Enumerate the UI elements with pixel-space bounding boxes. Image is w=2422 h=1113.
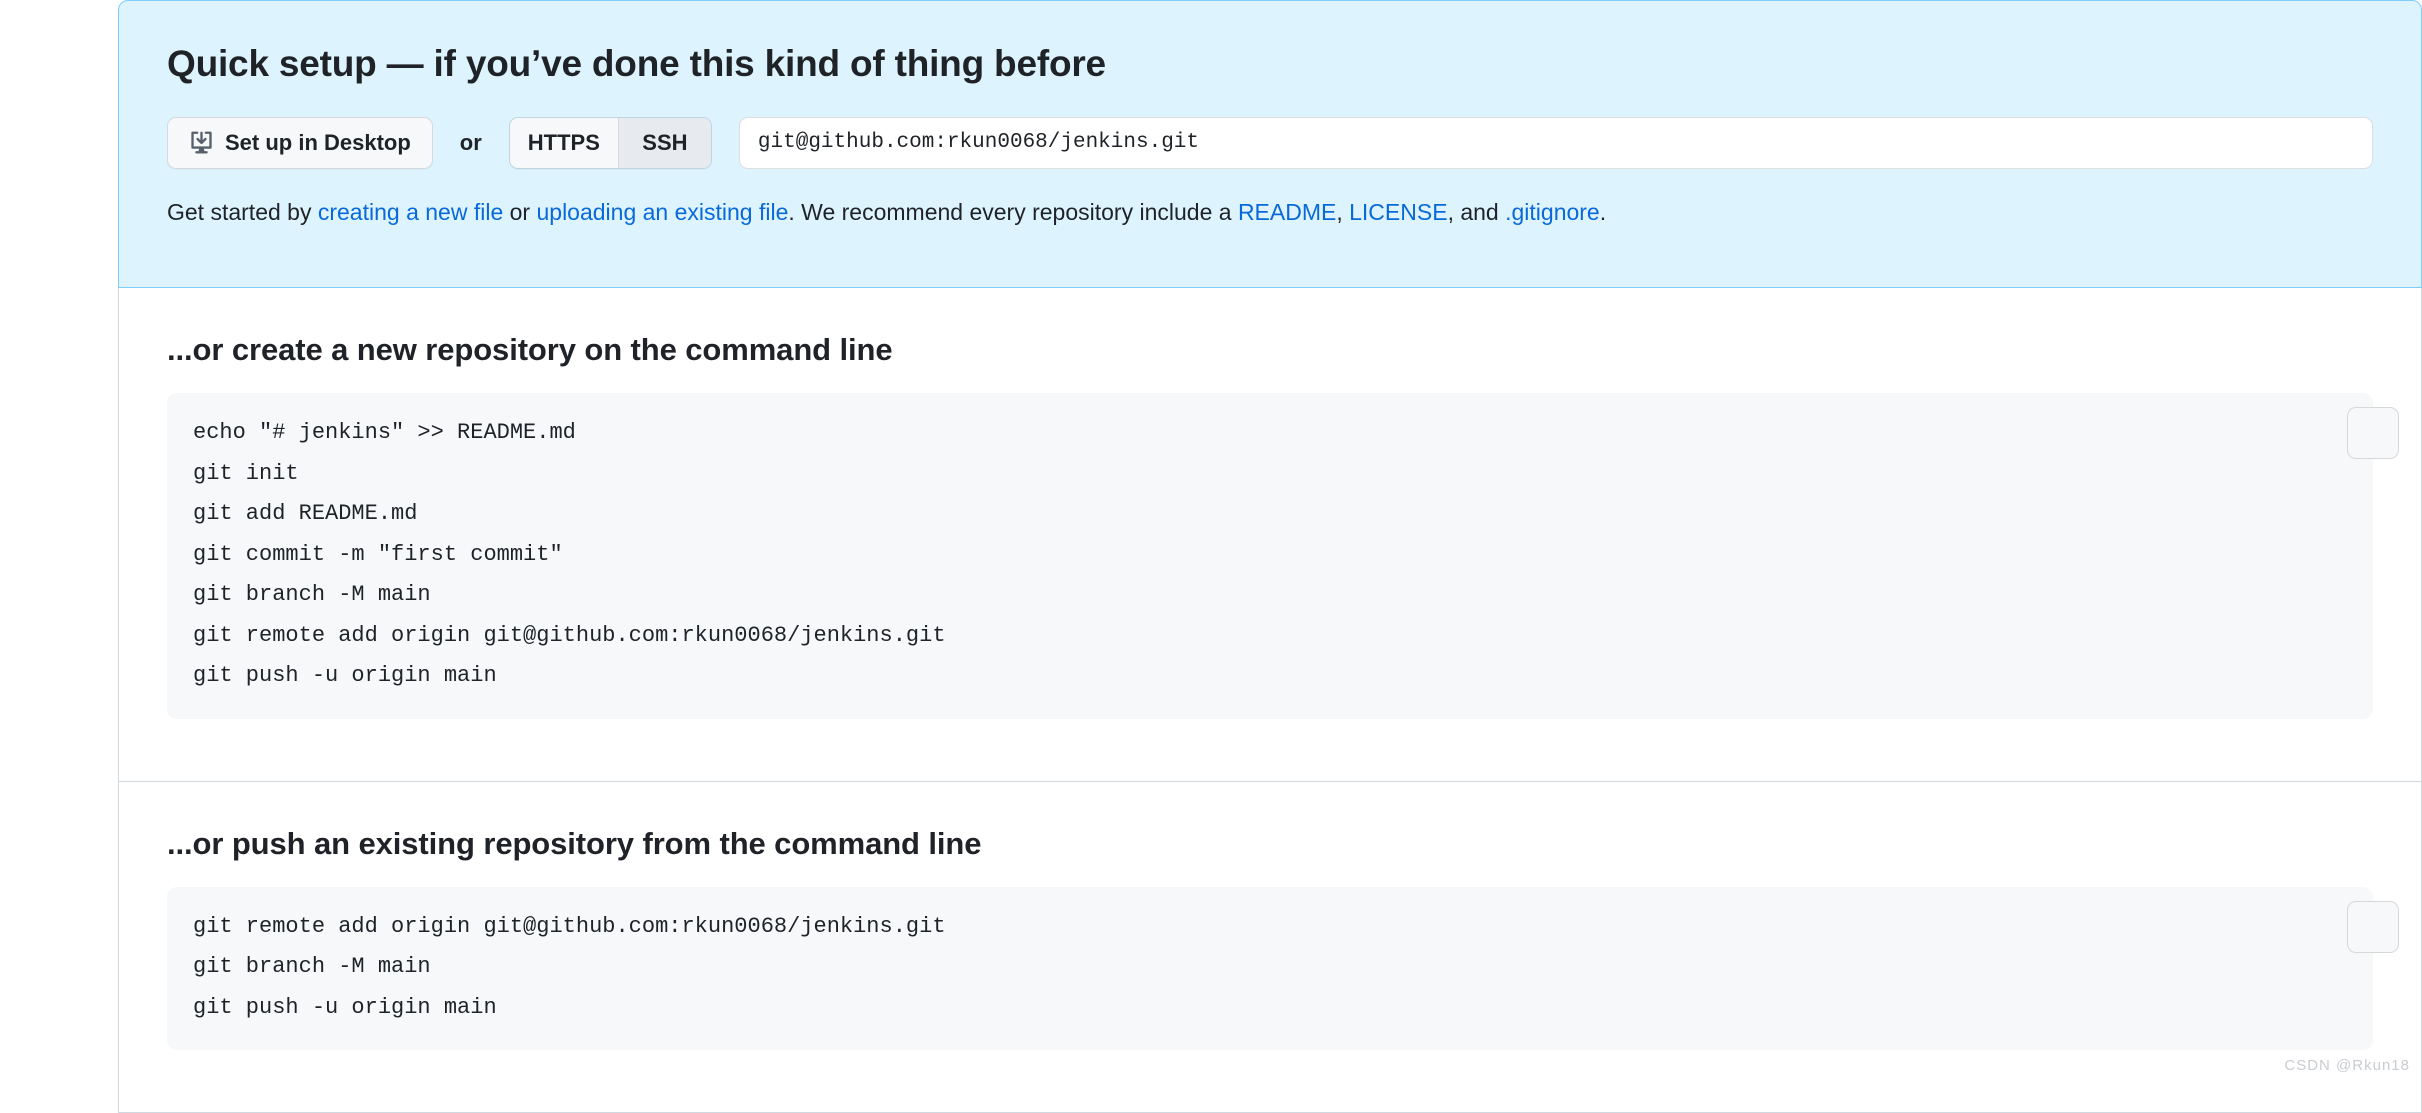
repository-quick-setup-page: Quick setup — if you’ve done this kind o… [118, 0, 2422, 1092]
protocol-option-ssh[interactable]: SSH [619, 118, 711, 168]
gitignore-link[interactable]: .gitignore [1505, 199, 1600, 225]
create-repository-code-block: echo "# jenkins" >> README.md git init g… [167, 393, 2373, 719]
get-started-sep-2: , and [1448, 199, 1506, 225]
set-up-in-desktop-button[interactable]: Set up in Desktop [167, 117, 433, 169]
set-up-in-desktop-label: Set up in Desktop [225, 130, 411, 156]
clone-controls-row: Set up in Desktop or HTTPS SSH git@githu… [167, 117, 2373, 169]
push-repository-title: ...or push an existing repository from t… [167, 826, 2373, 862]
get-started-prefix: Get started by [167, 199, 318, 225]
create-new-file-link[interactable]: creating a new file [318, 199, 503, 225]
get-started-suffix: . [1600, 199, 1606, 225]
watermark: CSDN @Rkun18 [2284, 1057, 2410, 1074]
copy-icon-push-repository[interactable] [2347, 901, 2399, 953]
protocol-option-https[interactable]: HTTPS [510, 118, 619, 168]
get-started-or: or [503, 199, 536, 225]
protocol-selector: HTTPS SSH [509, 117, 712, 169]
upload-existing-file-link[interactable]: uploading an existing file [536, 199, 788, 225]
push-repository-section: ...or push an existing repository from t… [118, 781, 2422, 1113]
remote-url-input[interactable]: git@github.com:rkun0068/jenkins.git [739, 117, 2373, 169]
get-started-recommend: . We recommend every repository include … [788, 199, 1238, 225]
push-repository-code-block: git remote add origin git@github.com:rku… [167, 887, 2373, 1051]
quick-setup-panel: Quick setup — if you’ve done this kind o… [118, 0, 2422, 288]
get-started-text: Get started by creating a new file or up… [167, 195, 2373, 230]
push-repository-code-wrap: git remote add origin git@github.com:rku… [167, 887, 2373, 1051]
desktop-download-icon [189, 130, 214, 155]
create-repository-title: ...or create a new repository on the com… [167, 332, 2373, 368]
quick-setup-title: Quick setup — if you’ve done this kind o… [167, 43, 2373, 86]
create-repository-code-wrap: echo "# jenkins" >> README.md git init g… [167, 393, 2373, 719]
create-repository-section: ...or create a new repository on the com… [118, 288, 2422, 781]
or-label: or [460, 130, 482, 156]
get-started-sep-1: , [1336, 199, 1349, 225]
license-link[interactable]: LICENSE [1349, 199, 1447, 225]
copy-icon-create-repository[interactable] [2347, 407, 2399, 459]
readme-link[interactable]: README [1238, 199, 1336, 225]
